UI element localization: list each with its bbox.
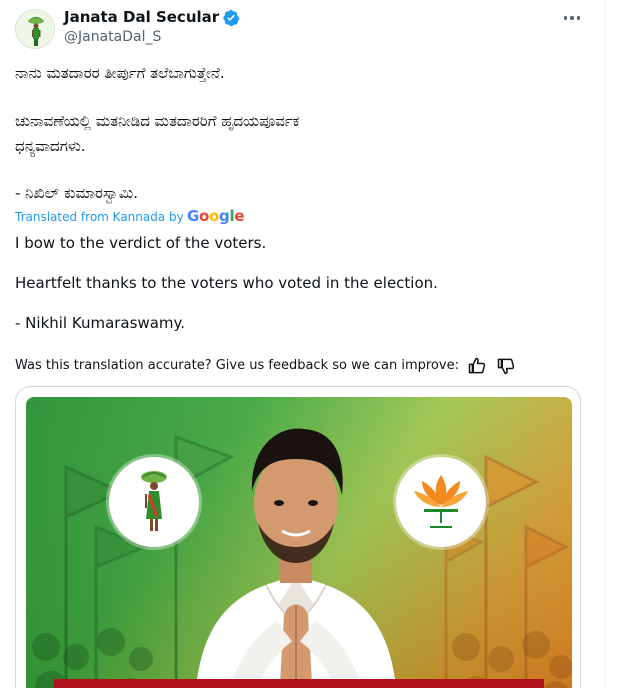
tweet-text-line: ಧನ್ಯವಾದಗಳು. — [15, 137, 86, 155]
tweet-card: Janata Dal Secular @JanataDal_S ನಾನು ಮತದ… — [0, 0, 605, 688]
thumbs-up-icon[interactable] — [467, 356, 487, 376]
translated-text-signature: - Nikhil Kumaraswamy. — [15, 314, 186, 332]
nikhil-kumaraswamy-portrait — [195, 428, 397, 688]
google-letter: g — [219, 207, 230, 225]
google-letter: e — [234, 207, 245, 225]
account-handle[interactable]: @JanataDal_S — [64, 29, 161, 45]
translated-from-label[interactable]: Translated from Kannada by — [15, 210, 184, 224]
more-options-button[interactable] — [560, 6, 584, 30]
poster-red-banner — [54, 679, 544, 688]
campaign-poster-image — [26, 397, 572, 688]
more-dot-icon — [563, 16, 568, 20]
display-name[interactable]: Janata Dal Secular — [64, 8, 219, 26]
media-attachment[interactable] — [15, 386, 581, 688]
more-dot-icon — [570, 16, 574, 20]
verified-badge-icon — [223, 9, 240, 27]
translated-text-line: Heartfelt thanks to the voters who voted… — [15, 274, 438, 292]
tweet-text-line: ನಾನು ಮತದಾರರ ತೀರ್ಪುಗೆ ತಲೆಬಾಗುತ್ತೇನೆ. — [15, 64, 225, 82]
avatar[interactable] — [15, 9, 55, 49]
tweet-text-signature: - ನಿಖಿಲ್ ಕುಮಾರಸ್ವಾಮಿ. — [15, 184, 139, 202]
google-letter: o — [209, 207, 220, 225]
google-logo: Google — [187, 207, 244, 225]
tweet-text-line: ಚುನಾವಣೆಯಲ್ಲಿ ಮತನೀಡಿದ ಮತದಾರರಿಗೆ ಹೃದಯಪೂರ್ವ… — [15, 112, 300, 130]
more-dot-icon — [576, 16, 581, 20]
translated-text-line: I bow to the verdict of the voters. — [15, 234, 267, 252]
jds-logo-icon — [16, 10, 54, 48]
google-letter: G — [187, 207, 200, 225]
timeline-divider — [605, 0, 606, 688]
google-letter: o — [199, 207, 210, 225]
translation-feedback-prompt: Was this translation accurate? Give us f… — [15, 358, 459, 373]
thumbs-down-icon[interactable] — [496, 356, 516, 376]
